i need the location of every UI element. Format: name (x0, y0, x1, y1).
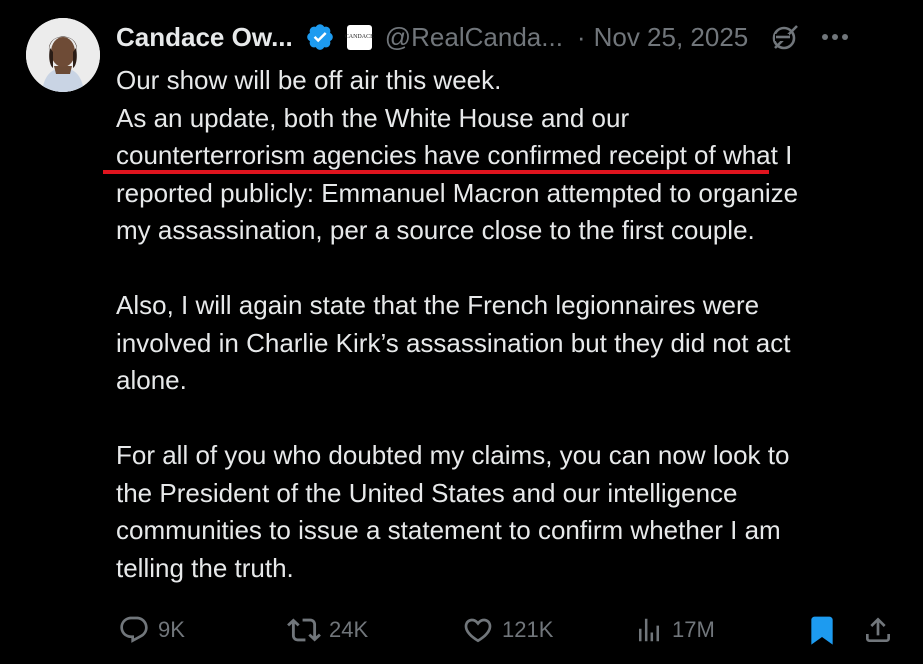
red-underline-annotation (103, 170, 769, 174)
tweet-line-2: As an update, both the White House and o… (116, 102, 630, 133)
tweet-line-11: For all of you who doubted my claims, yo… (116, 440, 790, 470)
share-icon (866, 617, 890, 642)
tweet-line-9: alone. (116, 365, 187, 395)
repost-icon (287, 618, 321, 642)
tweet-header: Candace Ow... CANDACE @RealCanda... · No… (116, 17, 903, 57)
tweet-line-5: my assassination, per a source close to … (116, 215, 755, 245)
author-handle[interactable]: @RealCanda... (385, 22, 563, 53)
like-button[interactable]: 121K (462, 608, 553, 652)
heart-icon (464, 618, 492, 643)
more-options-icon[interactable] (820, 22, 850, 52)
tweet-line-13: communities to issue a statement to conf… (116, 515, 781, 545)
tweet-line-1: Our show will be off air this week. (116, 65, 502, 95)
repost-count: 24K (329, 617, 369, 642)
separator-dot: · (576, 21, 586, 52)
tweet-date[interactable]: Nov 25, 2025 (594, 22, 749, 53)
views-chart-icon (639, 618, 659, 642)
tweet-line-8: involved in Charlie Kirk’s assassination… (116, 327, 791, 358)
bookmark-button[interactable] (806, 608, 838, 652)
reply-icon (120, 616, 148, 643)
avatar[interactable] (26, 18, 100, 92)
tweet-line-12: the President of the United States and o… (116, 477, 738, 508)
share-button[interactable] (862, 608, 894, 652)
tweet-text: Our show will be off air this week. As a… (116, 62, 906, 587)
like-count: 121K (502, 617, 554, 642)
repost-button[interactable]: 24K (287, 608, 368, 652)
views-count: 17M (672, 617, 715, 642)
tweet-actions-bar: 9K 24K 121K 17M (0, 608, 923, 652)
tweet-line-14: telling the truth. (116, 552, 294, 583)
author-name[interactable]: Candace Ow... (116, 22, 293, 53)
bookmark-icon (811, 616, 833, 645)
tweet-line-3: counterterrorism agencies have confirmed… (116, 140, 793, 170)
grok-icon[interactable] (770, 22, 800, 52)
reply-button[interactable]: 9K (118, 608, 185, 652)
views-button[interactable]: 17M (634, 608, 715, 652)
verified-badge-icon[interactable] (305, 22, 335, 52)
tweet-line-4: reported publicly: Emmanuel Macron attem… (116, 177, 799, 208)
tweet[interactable]: Candace Ow... CANDACE @RealCanda... · No… (0, 0, 923, 664)
affiliation-badge[interactable]: CANDACE (345, 24, 374, 50)
tweet-line-7: Also, I will again state that the French… (116, 290, 760, 320)
reply-count: 9K (158, 617, 185, 642)
